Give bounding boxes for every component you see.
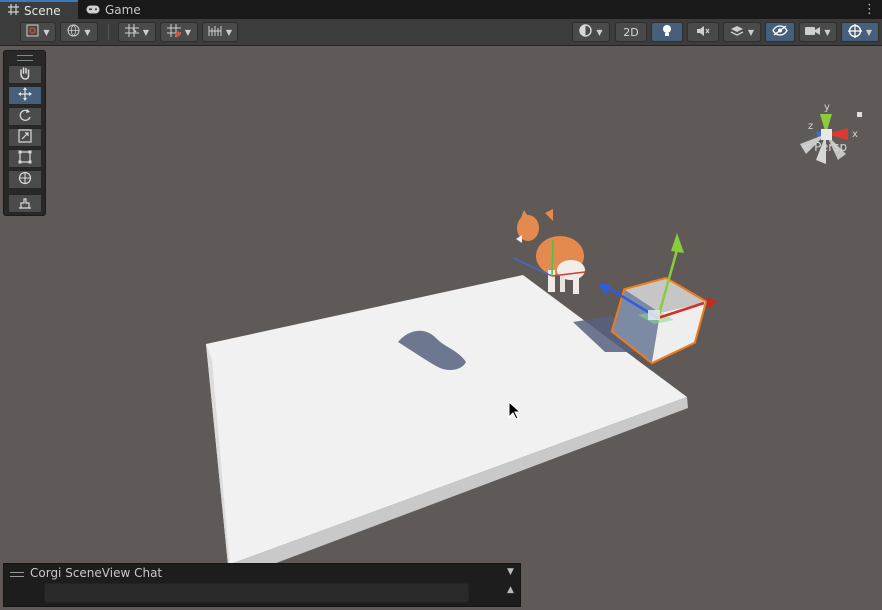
tab-scene-label: Scene <box>24 3 61 18</box>
2d-toggle-label: 2D <box>623 25 639 39</box>
draw-mode-icon <box>26 24 39 40</box>
editor-tab-bar: Scene Game ⋮ <box>0 0 882 19</box>
grid-snap-icon <box>124 24 139 40</box>
effects-dropdown[interactable]: ▼ <box>723 22 761 42</box>
2d-toggle[interactable]: 2D <box>615 22 647 42</box>
chevron-down-icon: ▼ <box>184 27 192 37</box>
transform-tool[interactable] <box>8 170 42 189</box>
chat-input[interactable] <box>44 583 469 603</box>
increment-snap-dropdown[interactable]: ▼ <box>160 22 198 42</box>
lighting-toggle[interactable] <box>651 22 683 42</box>
chat-panel-title: Corgi SceneView Chat <box>30 566 163 580</box>
gizmos-icon <box>847 23 862 41</box>
scene-viewport[interactable]: y x z < Persp <box>0 46 882 610</box>
more-options-icon[interactable]: ⋮ <box>863 2 876 17</box>
scale-tool[interactable] <box>8 128 42 147</box>
rect-icon <box>18 150 32 167</box>
chat-panel: Corgi SceneView Chat ▼ ▲ <box>3 563 521 607</box>
projection-label: Persp <box>814 140 848 154</box>
mouse-cursor-icon <box>508 400 522 423</box>
tab-game[interactable]: Game <box>78 0 154 19</box>
chevron-left-icon: < <box>801 140 812 154</box>
scale-icon <box>18 129 32 146</box>
chevron-down-icon: ▼ <box>747 27 755 37</box>
visibility-hidden-icon <box>772 25 788 39</box>
chevron-down-icon: ▼ <box>84 27 91 37</box>
move-arrows-icon <box>18 87 32 104</box>
axis-z-label: z <box>808 121 813 132</box>
scene-render[interactable] <box>0 46 882 610</box>
tab-scene[interactable]: Scene <box>0 0 78 19</box>
axis-y-label: y <box>824 102 830 113</box>
ruler-snap-icon <box>208 25 222 40</box>
grid-snap-dropdown[interactable]: ▼ <box>118 22 156 42</box>
panel-grip-handle[interactable] <box>17 55 33 61</box>
camera-dropdown[interactable]: ▼ <box>799 22 837 42</box>
view-tool[interactable] <box>8 65 42 84</box>
shading-mode-dropdown[interactable]: ▼ <box>572 22 610 42</box>
chevron-down-icon: ▼ <box>225 27 233 37</box>
rotate-icon <box>18 108 32 125</box>
grid-hash-icon <box>8 3 19 18</box>
gizmo-lock-box[interactable] <box>857 112 862 117</box>
tools-overlay <box>3 50 46 216</box>
chevron-down-icon: ▼ <box>43 27 50 37</box>
scene-visibility-toggle[interactable] <box>765 22 795 42</box>
chevron-down-icon: ▼ <box>142 27 150 37</box>
global-local-icon <box>67 24 80 40</box>
gamepad-icon <box>86 3 100 17</box>
orientation-gizmo[interactable]: y x z <box>790 98 870 178</box>
corgi-local-y-axis <box>551 239 554 277</box>
move-tool[interactable] <box>8 86 42 105</box>
custom-tool[interactable] <box>8 194 42 213</box>
toolbar-divider <box>108 24 109 40</box>
shading-sphere-icon <box>579 24 593 40</box>
custom-editor-icon <box>18 195 32 212</box>
audio-toggle[interactable] <box>687 22 719 42</box>
projection-toggle[interactable]: < Persp <box>801 140 847 154</box>
gizmos-dropdown[interactable]: ▼ <box>841 22 879 42</box>
scene-toolbar: ▼ ▼ ▼ ▼ ▼ ▼ 2D ▼ ▼ ▼ <box>0 19 882 46</box>
panel-grip-handle[interactable] <box>10 572 24 577</box>
rotate-tool[interactable] <box>8 107 42 126</box>
tab-game-label: Game <box>105 2 141 17</box>
camera-icon <box>805 26 821 39</box>
chevron-down-icon: ▼ <box>596 27 603 37</box>
effects-layers-icon <box>730 25 744 40</box>
transform-icon <box>18 171 32 188</box>
lighting-bulb-icon <box>662 24 672 40</box>
collapse-caret-icon[interactable]: ▼ <box>507 567 514 577</box>
send-caret-icon[interactable]: ▲ <box>507 585 514 595</box>
axis-x-label: x <box>852 129 858 140</box>
gizmo-center-cube[interactable] <box>821 129 832 140</box>
draw-mode-dropdown[interactable]: ▼ <box>20 22 56 42</box>
audio-mute-icon <box>696 25 710 40</box>
chevron-down-icon: ▼ <box>824 27 831 37</box>
hand-icon <box>18 66 32 83</box>
global-local-dropdown[interactable]: ▼ <box>60 22 98 42</box>
increment-snap-icon <box>166 24 181 40</box>
ruler-snap-dropdown[interactable]: ▼ <box>202 22 238 42</box>
chevron-down-icon: ▼ <box>865 27 873 37</box>
rect-tool[interactable] <box>8 149 42 168</box>
